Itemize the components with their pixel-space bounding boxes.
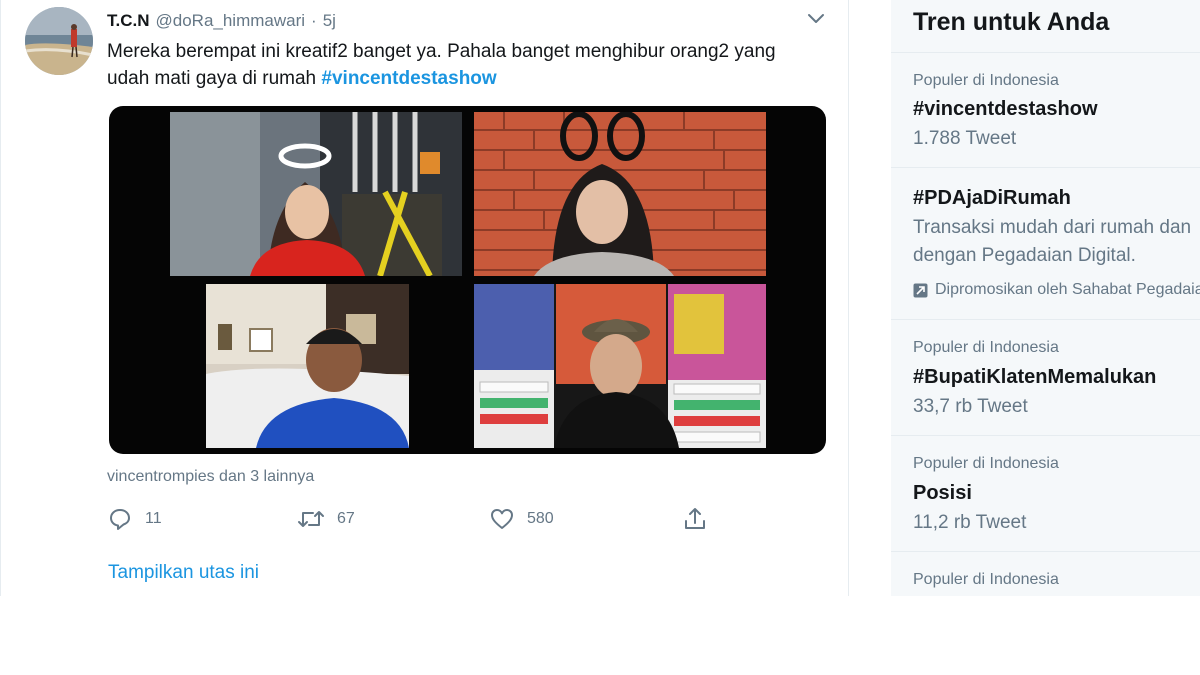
share-icon xyxy=(685,508,705,529)
trend-item[interactable]: Populer di Indonesia Posisi 11,2 rb Twee… xyxy=(891,436,1200,550)
tweet-text: Mereka berempat ini kreatif2 banget ya. … xyxy=(107,38,817,92)
promoted-by: Dipromosikan oleh Sahabat Pegadaian xyxy=(913,281,1200,299)
trend-item[interactable]: Populer di Indonesia xyxy=(891,552,1200,596)
user-handle[interactable]: @doRa_himmawari xyxy=(156,11,306,31)
trends-title: Tren untuk Anda xyxy=(913,8,1110,36)
trend-tweet-count: 1.788 Tweet xyxy=(913,128,1017,149)
video-tile-3-art xyxy=(206,284,409,448)
tweet-hashtag-link[interactable]: #vincentdestashow xyxy=(321,68,496,89)
trend-tweet-count: 11,2 rb Tweet xyxy=(913,512,1027,533)
tweet-actions: 11 67 580 xyxy=(107,503,727,535)
reply-icon xyxy=(110,509,130,530)
chevron-down-icon[interactable] xyxy=(807,12,825,26)
video-tile-4-art xyxy=(474,284,766,448)
promoted-description-line-2: dengan Pegadaian Digital. xyxy=(913,245,1136,266)
timeline: T.C.N @doRa_himmawari · 5j Mereka beremp… xyxy=(0,0,849,596)
share-button[interactable] xyxy=(682,503,708,535)
tweet-header: T.C.N @doRa_himmawari · 5j xyxy=(107,9,336,33)
video-tile-2 xyxy=(474,112,766,276)
blank-area xyxy=(0,596,1200,675)
trend-tweet-count: 33,7 rb Tweet xyxy=(913,396,1028,417)
video-tile-4 xyxy=(474,284,766,448)
retweet-button[interactable]: 67 xyxy=(297,503,355,535)
tweet-media[interactable] xyxy=(109,106,826,454)
trend-context: Populer di Indonesia xyxy=(913,455,1059,472)
heart-icon xyxy=(491,509,513,529)
retweet-count: 67 xyxy=(337,510,355,527)
video-tile-1-art xyxy=(170,112,462,276)
retweet-icon xyxy=(298,511,324,527)
show-thread-link[interactable]: Tampilkan utas ini xyxy=(108,562,259,584)
video-tile-1 xyxy=(170,112,462,276)
trends-sidebar: Tren untuk Anda Populer di Indonesia #vi… xyxy=(891,0,1200,596)
trend-item[interactable]: Populer di Indonesia #BupatiKlatenMemalu… xyxy=(891,320,1200,434)
screen: T.C.N @doRa_himmawari · 5j Mereka beremp… xyxy=(0,0,1200,596)
trend-name: Posisi xyxy=(913,482,972,504)
promoted-icon xyxy=(913,283,928,297)
like-button[interactable]: 580 xyxy=(489,503,554,535)
promoted-description-line-1: Transaksi mudah dari rumah dan xyxy=(913,217,1192,238)
trend-item-promoted[interactable]: #PDAjaDiRumah Transaksi mudah dari rumah… xyxy=(891,168,1200,318)
video-tile-2-art xyxy=(474,112,766,276)
trend-name: #vincentdestashow xyxy=(913,98,1098,120)
trend-context: Populer di Indonesia xyxy=(913,72,1059,89)
trend-context: Populer di Indonesia xyxy=(913,571,1059,588)
avatar-image xyxy=(25,7,93,75)
tweet[interactable]: T.C.N @doRa_himmawari · 5j Mereka beremp… xyxy=(1,0,849,596)
reply-count: 11 xyxy=(145,510,162,527)
separator-dot: · xyxy=(311,11,317,30)
display-name[interactable]: T.C.N xyxy=(107,11,150,31)
trend-name: #PDAjaDiRumah xyxy=(913,187,1071,209)
trend-item[interactable]: Populer di Indonesia #vincentdestashow 1… xyxy=(891,53,1200,165)
promoted-label: Dipromosikan oleh Sahabat Pegadaian xyxy=(935,281,1200,298)
video-tile-3 xyxy=(206,284,409,448)
reply-button[interactable]: 11 xyxy=(107,503,162,535)
like-count: 580 xyxy=(527,510,554,527)
avatar[interactable] xyxy=(25,7,93,75)
social-context[interactable]: vincentrompies dan 3 lainnya xyxy=(107,468,314,486)
trend-context: Populer di Indonesia xyxy=(913,339,1059,356)
trend-name: #BupatiKlatenMemalukan xyxy=(913,366,1157,388)
tweet-timestamp[interactable]: 5j xyxy=(323,11,336,31)
